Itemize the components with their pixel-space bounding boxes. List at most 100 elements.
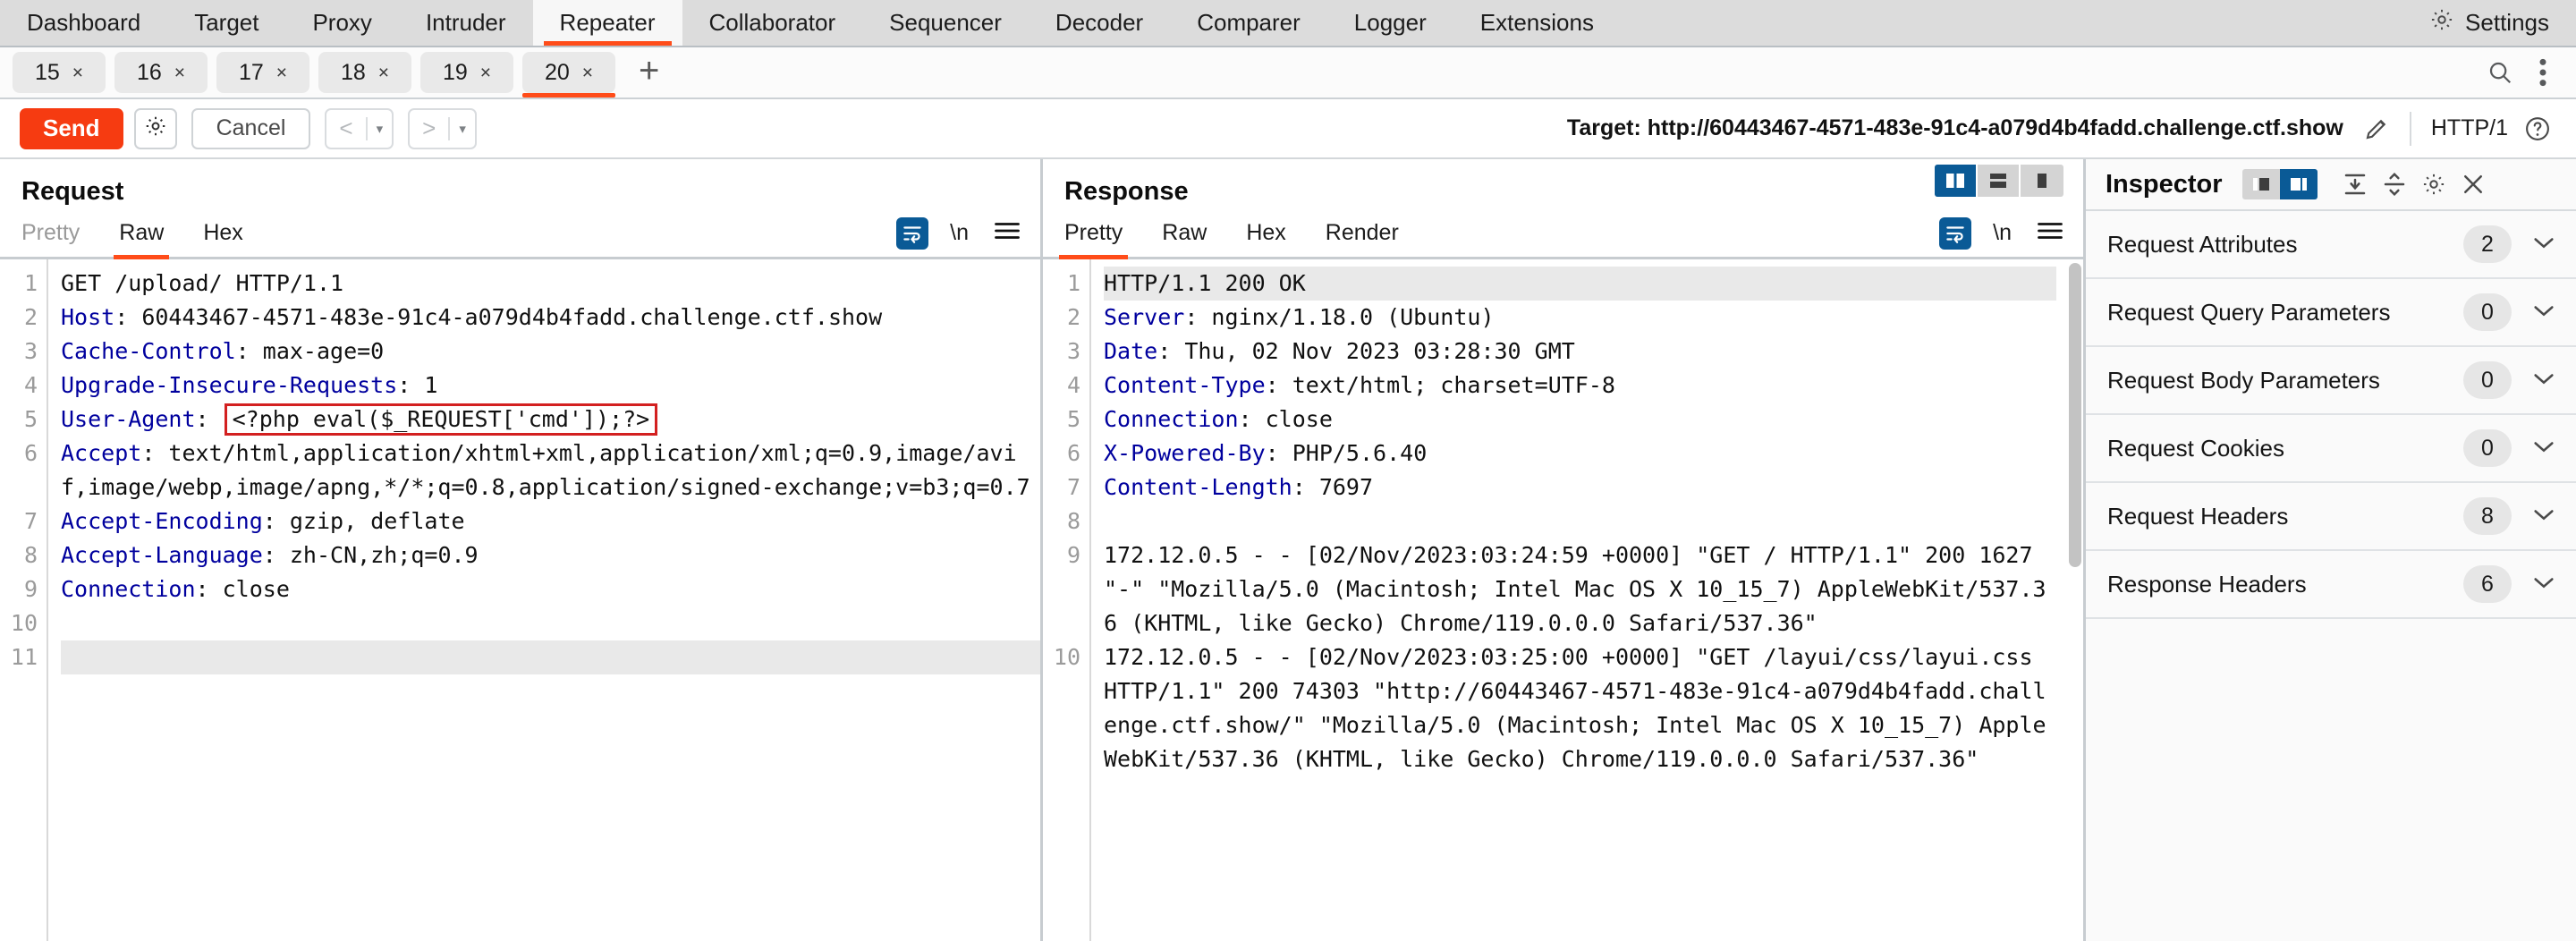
repeater-tab-label: 16: [136, 59, 162, 85]
inspector-header: Inspector: [2086, 159, 2576, 211]
newline-toggle[interactable]: \n: [950, 220, 969, 246]
question-circle-icon[interactable]: [2524, 115, 2551, 142]
split-horizontal-view[interactable]: [1978, 165, 2021, 197]
inspector-dock-left[interactable]: [2241, 169, 2280, 199]
request-tab-raw[interactable]: Raw: [114, 209, 170, 259]
chevron-down-icon[interactable]: [2531, 504, 2556, 528]
inspector-section-request-attributes[interactable]: Request Attributes 2: [2086, 211, 2576, 279]
main-tab-decoder[interactable]: Decoder: [1029, 0, 1170, 46]
request-body-text[interactable]: GET /upload/ HTTP/1.1 Host: 60443467-457…: [47, 259, 1040, 941]
close-icon[interactable]: ×: [378, 64, 389, 82]
word-wrap-icon[interactable]: [896, 216, 929, 250]
request-tab-pretty[interactable]: Pretty: [21, 209, 80, 257]
main-tab-intruder[interactable]: Intruder: [399, 0, 533, 46]
chevron-down-icon[interactable]: [2531, 437, 2556, 460]
response-pane: Response Pretty Raw Hex Render \n 1 2 3 …: [1043, 159, 2086, 941]
main-tab-proxy[interactable]: Proxy: [285, 0, 398, 46]
header-name: Accept-Encoding: [61, 508, 263, 534]
request-tab-hex[interactable]: Hex: [203, 209, 242, 257]
send-button[interactable]: Send: [20, 107, 123, 149]
response-tab-raw[interactable]: Raw: [1162, 209, 1207, 257]
close-icon[interactable]: ×: [480, 64, 491, 82]
code-text: :: [195, 406, 223, 432]
request-line: [61, 640, 1040, 674]
gear-icon[interactable]: [2414, 172, 2453, 197]
main-tab-target[interactable]: Target: [167, 0, 285, 46]
response-tab-pretty[interactable]: Pretty: [1058, 209, 1129, 259]
code-text: : max-age=0: [235, 338, 385, 364]
split-vertical-view[interactable]: [1935, 165, 1978, 197]
inspector-section-response-headers[interactable]: Response Headers 6: [2086, 551, 2576, 619]
hamburger-menu-icon[interactable]: [2037, 220, 2063, 246]
close-icon[interactable]: ×: [582, 64, 593, 82]
http-version-label[interactable]: HTTP/1: [2431, 115, 2508, 141]
cancel-button[interactable]: Cancel: [191, 107, 311, 149]
main-tab-sequencer[interactable]: Sequencer: [862, 0, 1029, 46]
request-line: Accept-Language: zh-CN,zh;q=0.9: [61, 538, 1040, 572]
request-view-tabs: Pretty Raw Hex \n: [0, 209, 1040, 259]
pencil-icon[interactable]: [2363, 115, 2390, 142]
scrollbar-thumb[interactable]: [2069, 263, 2081, 567]
hamburger-menu-icon[interactable]: [994, 220, 1021, 246]
main-tab-logger[interactable]: Logger: [1327, 0, 1453, 46]
main-tab-repeater[interactable]: Repeater: [532, 0, 682, 46]
response-tab-render[interactable]: Render: [1326, 209, 1399, 257]
response-line-number: 9: [1066, 542, 1080, 568]
expand-all-icon[interactable]: [2335, 171, 2375, 198]
repeater-tab-17[interactable]: 17 ×: [216, 52, 309, 93]
send-options-button[interactable]: [133, 107, 177, 149]
search-icon[interactable]: [2474, 59, 2526, 86]
code-text: text/html,application/xhtml+xml,applicat…: [61, 440, 1030, 500]
repeater-tab-20[interactable]: 20 ×: [522, 52, 615, 97]
response-scrollbar[interactable]: [2069, 263, 2081, 937]
main-tab-collaborator[interactable]: Collaborator: [682, 0, 863, 46]
inspector-title: Inspector: [2106, 169, 2223, 199]
request-line-number: 8: [23, 542, 38, 568]
repeater-tab-16[interactable]: 16 ×: [114, 52, 208, 93]
repeater-tab-label: 18: [340, 59, 366, 85]
repeater-tab-19[interactable]: 19 ×: [420, 52, 513, 93]
response-line: Date: Thu, 02 Nov 2023 03:28:30 GMT: [1104, 335, 2056, 369]
add-tab-button[interactable]: +: [624, 53, 674, 89]
response-body-text[interactable]: HTTP/1.1 200 OK Server: nginx/1.18.0 (Ub…: [1089, 259, 2083, 941]
inspector-section-request-body-parameters[interactable]: Request Body Parameters 0: [2086, 347, 2576, 415]
main-tab-extensions[interactable]: Extensions: [1453, 0, 1621, 46]
response-line: 172.12.0.5 - - [02/Nov/2023:03:25:00 +00…: [1104, 640, 2056, 776]
close-icon[interactable]: ×: [174, 64, 185, 82]
inspector-section-label: Response Headers: [2107, 570, 2307, 598]
chevron-down-icon[interactable]: [2531, 572, 2556, 596]
chevron-down-icon[interactable]: [2531, 233, 2556, 256]
request-editor[interactable]: 1 2 3 4 5 6 7 8 9 10 11 GET /upload/ HTTP/1.1 Host…: [0, 259, 1040, 941]
response-editor[interactable]: 1 2 3 4 5 6 7 8 9 10 HTTP/1.1 200 OK Server: ngin…: [1043, 259, 2083, 941]
history-forward-button[interactable]: > ▾: [408, 107, 477, 149]
kebab-menu-icon[interactable]: [2526, 58, 2563, 87]
main-tab-label: Repeater: [559, 9, 656, 36]
repeater-tab-15[interactable]: 15 ×: [13, 52, 106, 93]
code-text: :: [141, 440, 169, 466]
close-icon[interactable]: ×: [276, 64, 287, 82]
request-pane: Request Pretty Raw Hex \n 1 2 3 4 5 6 7 8 9 10 11: [0, 159, 1043, 941]
single-pane-view[interactable]: [2021, 165, 2063, 197]
response-tab-hex[interactable]: Hex: [1246, 209, 1285, 257]
history-back-button[interactable]: < ▾: [325, 107, 394, 149]
word-wrap-icon[interactable]: [1939, 216, 1972, 250]
newline-toggle[interactable]: \n: [1993, 220, 2012, 246]
response-layout-toggle-group: [1935, 165, 2063, 197]
inspector-dock-right[interactable]: [2279, 169, 2318, 199]
collapse-all-icon[interactable]: [2375, 171, 2414, 198]
chevron-down-icon[interactable]: [2531, 301, 2556, 324]
divider: [2409, 111, 2411, 146]
close-icon[interactable]: [2453, 171, 2493, 198]
chevron-down-icon[interactable]: [2531, 369, 2556, 392]
php-payload-highlight: <?php eval($_REQUEST['cmd']);?>: [224, 403, 658, 436]
inspector-section-request-headers[interactable]: Request Headers 8: [2086, 483, 2576, 551]
code-text: 172.12.0.5 - - [02/Nov/2023:03:24:59 +00…: [1104, 542, 2046, 636]
close-icon[interactable]: ×: [72, 64, 83, 82]
header-name: Date: [1104, 338, 1158, 364]
repeater-tab-18[interactable]: 18 ×: [318, 52, 411, 93]
settings-button[interactable]: Settings: [2420, 0, 2576, 46]
main-tab-comparer[interactable]: Comparer: [1170, 0, 1327, 46]
inspector-section-request-cookies[interactable]: Request Cookies 0: [2086, 415, 2576, 483]
main-tab-dashboard[interactable]: Dashboard: [0, 0, 167, 46]
inspector-section-request-query-parameters[interactable]: Request Query Parameters 0: [2086, 279, 2576, 347]
